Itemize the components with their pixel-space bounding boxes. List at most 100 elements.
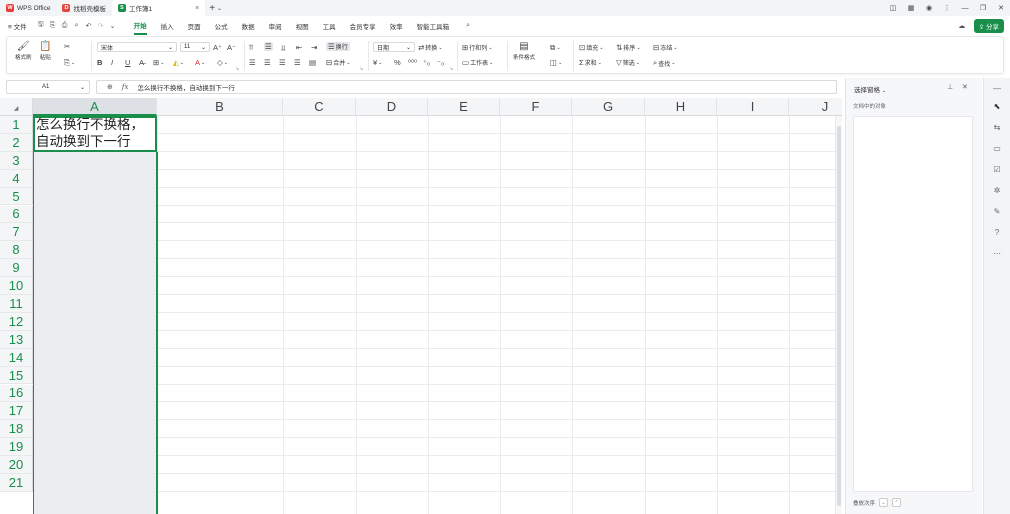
tools-icon[interactable]: ✲: [984, 182, 1010, 198]
column-header-g[interactable]: G: [572, 98, 645, 116]
decrease-indent-button[interactable]: ⇤: [296, 43, 302, 52]
tab-page[interactable]: 页面: [188, 18, 201, 34]
align-bottom-button[interactable]: ⫫: [281, 43, 285, 53]
formula-input[interactable]: ⊕ fx 怎么换行不换格，自动换到下一行: [96, 80, 837, 94]
name-box[interactable]: A1 ⌄: [6, 80, 90, 94]
sort-button[interactable]: ⇅ 排序 ⌄: [616, 43, 641, 52]
close-window-icon[interactable]: ✕: [992, 0, 1010, 16]
font-size-select[interactable]: 11 ⌄: [180, 42, 210, 52]
grid-apps-icon[interactable]: ▦: [902, 0, 920, 16]
comment-icon[interactable]: ▭: [984, 140, 1010, 156]
underline-button[interactable]: U: [125, 58, 130, 67]
layout-icon[interactable]: ◫: [884, 0, 902, 16]
tab-docer-templates[interactable]: D 找稻壳模板: [56, 0, 112, 16]
minimize-icon[interactable]: —: [956, 0, 974, 16]
chevron-down-icon[interactable]: ⌄: [107, 22, 119, 30]
cut-button[interactable]: ✂: [64, 42, 70, 51]
row-header-10[interactable]: 10: [0, 277, 33, 295]
zoom-icon[interactable]: ⊕: [107, 83, 113, 91]
undo-icon[interactable]: ↶: [83, 22, 95, 30]
italic-button[interactable]: I: [111, 58, 113, 67]
column-header-e[interactable]: E: [428, 98, 500, 116]
tab-review[interactable]: 审阅: [269, 18, 282, 34]
file-menu[interactable]: ≡ 文件: [8, 21, 27, 31]
align-top-button[interactable]: ⫪: [249, 43, 253, 53]
tab-tools[interactable]: 工具: [323, 18, 336, 34]
align-middle-button[interactable]: ☰: [264, 42, 273, 51]
user-avatar-icon[interactable]: ◉: [920, 0, 938, 16]
font-color-button[interactable]: A ⌄: [195, 58, 205, 67]
print-preview-icon[interactable]: ⌕: [71, 22, 83, 30]
font-name-select[interactable]: 宋体 ⌄: [97, 42, 177, 52]
freeze-button[interactable]: ⊟ 冻结 ⌄: [653, 43, 678, 52]
more-icon[interactable]: ⋮: [938, 0, 956, 16]
row-header-18[interactable]: 18: [0, 420, 33, 439]
export-pdf-icon[interactable]: ⎘: [47, 22, 59, 30]
alignment-dialog-launcher-icon[interactable]: ↘: [359, 66, 363, 72]
row-header-15[interactable]: 15: [0, 366, 33, 385]
thousands-button[interactable]: ⁰⁰⁰: [408, 58, 417, 67]
style-icon[interactable]: ⇆: [984, 119, 1010, 135]
row-header-13[interactable]: 13: [0, 330, 33, 349]
row-header-9[interactable]: 9: [0, 259, 33, 278]
fill-button[interactable]: ⊡ 填充 ⌄: [579, 43, 604, 52]
spreadsheet-grid[interactable]: ◢ ABCDEFGHIJ 1 2 3 4 5 6 7 8 9 10 11 12 13 14 15 16 17 18…: [0, 98, 842, 514]
row-header-14[interactable]: 14: [0, 348, 33, 367]
close-tab-icon[interactable]: ×: [195, 5, 199, 12]
decrease-decimal-button[interactable]: ⁻₀: [437, 58, 444, 67]
move-down-button[interactable]: ⌄: [879, 498, 889, 507]
find-button[interactable]: ⌕ 查找 ⌄: [653, 58, 675, 68]
row-header-12[interactable]: 12: [0, 312, 33, 331]
print-icon[interactable]: ⎙: [59, 22, 71, 30]
cell-style-button[interactable]: ⧉ ⌄: [550, 43, 561, 53]
tab-home[interactable]: 开始: [133, 17, 147, 35]
merge-button[interactable]: ⊟ 合并 ⌄: [326, 58, 351, 67]
fx-icon[interactable]: fx: [122, 83, 129, 91]
column-header-j[interactable]: J: [789, 98, 842, 116]
tab-formulas[interactable]: 公式: [215, 18, 228, 34]
column-header-h[interactable]: H: [645, 98, 717, 116]
distribute-button[interactable]: ▤: [309, 58, 316, 67]
font-dialog-launcher-icon[interactable]: ↘: [235, 66, 239, 72]
row-header-7[interactable]: 7: [0, 223, 33, 242]
table-style-button[interactable]: ◫ ⌄: [550, 58, 562, 67]
row-header-6[interactable]: 6: [0, 205, 33, 224]
column-header-b[interactable]: B: [157, 98, 283, 116]
clear-button[interactable]: ◇ ⌄: [217, 58, 228, 67]
column-header-f[interactable]: F: [500, 98, 572, 116]
row-header-3[interactable]: 3: [0, 151, 33, 170]
strikethrough-button[interactable]: A̶: [139, 58, 144, 67]
fill-color-button[interactable]: ◭ ⌄: [173, 58, 184, 67]
row-header-16[interactable]: 16: [0, 384, 33, 403]
conditional-format-button[interactable]: ▤ 条件格式: [513, 41, 535, 61]
worksheet-button[interactable]: ▭ 工作表 ⌄: [462, 58, 493, 67]
collapse-icon[interactable]: —: [984, 80, 1010, 96]
increase-decimal-button[interactable]: ⁺₀: [423, 58, 430, 67]
number-format-select[interactable]: 日期 ⌄: [373, 42, 415, 52]
column-header-d[interactable]: D: [356, 98, 428, 116]
close-icon[interactable]: ✕: [962, 83, 968, 91]
restore-icon[interactable]: ❐: [974, 0, 992, 16]
tab-wps-office[interactable]: W WPS Office: [0, 0, 56, 16]
scrollbar-thumb[interactable]: [837, 126, 841, 506]
save-icon[interactable]: 🖫: [35, 20, 47, 31]
borders-button[interactable]: ⊞ ⌄: [153, 58, 165, 67]
row-header-21[interactable]: 21: [0, 474, 33, 492]
decrease-font-button[interactable]: A⁻: [227, 43, 236, 52]
number-dialog-launcher-icon[interactable]: ↘: [449, 66, 453, 72]
row-header-1[interactable]: 1: [0, 116, 33, 134]
format-painter-button[interactable]: 🖌 格式刷: [15, 41, 32, 61]
tab-efficiency[interactable]: 效率: [390, 18, 403, 34]
align-left-button[interactable]: ☰: [249, 58, 256, 67]
align-center-button[interactable]: ☰: [264, 58, 271, 67]
pin-icon[interactable]: ⊥: [947, 83, 953, 91]
row-header-4[interactable]: 4: [0, 169, 33, 188]
redo-icon[interactable]: ↷: [95, 22, 107, 30]
row-header-20[interactable]: 20: [0, 456, 33, 474]
row-header-2[interactable]: 2: [0, 133, 33, 152]
vertical-scrollbar[interactable]: [835, 116, 842, 514]
objects-list[interactable]: [853, 116, 973, 492]
column-header-c[interactable]: C: [283, 98, 356, 116]
sum-button[interactable]: Σ 求和 ⌄: [579, 58, 602, 67]
row-header-5[interactable]: 5: [0, 187, 33, 206]
